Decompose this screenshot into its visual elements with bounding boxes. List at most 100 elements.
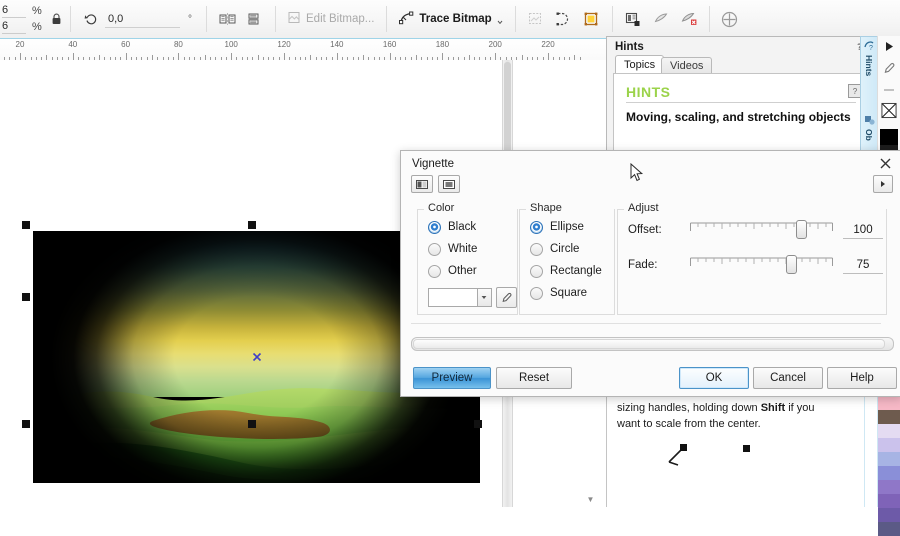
ruler-label: 40 — [68, 40, 78, 49]
outline-pen-button[interactable] — [647, 5, 675, 33]
rotation-angle-group[interactable]: 0,0 ° — [77, 2, 192, 36]
selection-handle-w[interactable] — [22, 293, 30, 301]
radio-color-other[interactable]: Other — [428, 260, 517, 282]
chevron-down-icon[interactable] — [478, 288, 492, 307]
selection-handle-s[interactable] — [248, 420, 256, 428]
full-preview-button[interactable] — [438, 175, 460, 193]
lock-ratio-icon[interactable] — [48, 2, 64, 36]
radio-shape-square[interactable]: Square — [530, 282, 614, 304]
offset-value-input[interactable]: 100 — [843, 222, 883, 239]
trace-bitmap-button[interactable]: Trace Bitmap — [393, 6, 508, 32]
scroll-down-icon[interactable]: ▼ — [585, 494, 596, 505]
ok-button[interactable]: OK — [679, 367, 749, 389]
palette-swatch[interactable] — [878, 466, 900, 480]
color-palette[interactable] — [878, 396, 900, 536]
sidebar-item-object[interactable]: Ob — [861, 113, 877, 141]
palette-swatch[interactable] — [878, 410, 900, 424]
dialog-title: Vignette — [412, 158, 454, 170]
palette-swatch[interactable] — [878, 508, 900, 522]
palette-swatch[interactable] — [878, 522, 900, 536]
bitmap-fill-button[interactable] — [578, 5, 606, 33]
color-swatch-input[interactable] — [428, 288, 479, 307]
help-button[interactable]: Help — [827, 367, 897, 389]
color-group: Color Black White Other — [417, 202, 518, 315]
hints-docker[interactable]: Hints ⁇ ✕ Topics Videos HINTS ? Moving, … — [606, 36, 896, 166]
scale-factor-group[interactable]: 6 % 6 % — [0, 2, 48, 36]
svg-text:?: ? — [869, 45, 873, 52]
adjust-group-label: Adjust — [624, 202, 663, 214]
selection-handle-sw[interactable] — [22, 420, 30, 428]
plus-circle-icon[interactable] — [716, 5, 744, 33]
reset-button[interactable]: Reset — [496, 367, 572, 389]
scale-x-input[interactable]: 6 — [2, 4, 26, 18]
wrap-text-button[interactable] — [550, 5, 578, 33]
tab-videos[interactable]: Videos — [661, 57, 713, 74]
eyedropper-icon[interactable] — [881, 60, 897, 76]
scale-y-input[interactable]: 6 — [2, 20, 26, 34]
radio-shape-circle[interactable]: Circle — [530, 238, 614, 260]
ruler-tick — [231, 53, 233, 60]
trace-bitmap-label: Trace Bitmap — [419, 13, 492, 25]
mirror-horizontal-button[interactable] — [213, 5, 241, 33]
palette-swatch[interactable] — [878, 480, 900, 494]
palette-swatch[interactable] — [878, 438, 900, 452]
fade-slider-thumb[interactable] — [786, 255, 797, 274]
radio-color-black[interactable]: Black — [428, 216, 517, 238]
bitmap-color-mask-button[interactable] — [522, 5, 550, 33]
toolbar-divider — [611, 6, 613, 32]
duplicate-bitmap-button[interactable] — [619, 5, 647, 33]
toolbar-divider — [386, 6, 388, 32]
radio-color-white[interactable]: White — [428, 238, 517, 260]
dialog-horizontal-scrollbar[interactable] — [411, 337, 894, 351]
eyedropper-icon[interactable] — [495, 287, 517, 308]
palette-gutter — [864, 396, 878, 507]
no-color-icon[interactable] — [881, 102, 897, 118]
tab-topics[interactable]: Topics — [615, 55, 665, 74]
ruler-label: 120 — [277, 40, 291, 49]
play-arrow-icon[interactable] — [881, 38, 897, 54]
palette-swatch[interactable] — [878, 424, 900, 438]
fade-slider-row[interactable]: Fade: 75 — [628, 252, 886, 278]
ruler-label: 80 — [173, 40, 183, 49]
trace-bitmap-icon — [399, 11, 414, 28]
close-icon[interactable] — [876, 154, 894, 172]
rotate-icon[interactable] — [77, 5, 105, 33]
fade-slider[interactable] — [690, 255, 833, 275]
rotation-center-marker[interactable] — [252, 352, 261, 362]
selection-handle-se[interactable] — [474, 420, 482, 428]
minus-icon[interactable] — [881, 82, 897, 98]
sidebar-item-hints[interactable]: ? Hints — [861, 39, 877, 76]
rotation-angle-input[interactable]: 0,0 — [105, 11, 180, 28]
docker-tab-rail[interactable]: ? Hints Ob — [860, 36, 878, 166]
edit-bitmap-button[interactable]: Edit Bitmap... — [282, 6, 380, 32]
selection-handle-n[interactable] — [248, 221, 256, 229]
drop-shadow-button[interactable] — [675, 5, 703, 33]
preview-button[interactable]: Preview — [413, 367, 491, 389]
mirror-vertical-button[interactable] — [241, 5, 269, 33]
hints-content-pane[interactable]: HINTS ? Moving, scaling, and stretching … — [613, 73, 879, 161]
scrollbar-thumb[interactable] — [413, 339, 885, 349]
palette-swatch[interactable] — [878, 396, 900, 410]
chevron-down-icon[interactable] — [497, 16, 503, 25]
property-bar[interactable]: 6 % 6 % 0,0 ° Edit Bitmap... Trace Bitma… — [0, 0, 900, 39]
palette-swatch[interactable] — [878, 494, 900, 508]
reset-button-label: Reset — [518, 372, 550, 384]
radio-shape-rectangle-label: Rectangle — [550, 265, 602, 277]
offset-slider[interactable] — [690, 220, 833, 240]
scale-x-percent: % — [32, 5, 42, 17]
tab-videos-label: Videos — [670, 60, 704, 72]
fade-value-input[interactable]: 75 — [843, 257, 883, 274]
palette-swatch[interactable] — [878, 452, 900, 466]
ok-button-label: OK — [705, 372, 723, 384]
expand-dialog-button[interactable] — [873, 175, 893, 193]
offset-slider-thumb[interactable] — [796, 220, 807, 239]
selection-handle-nw[interactable] — [22, 221, 30, 229]
offset-slider-row[interactable]: Offset: 100 — [628, 217, 886, 243]
split-preview-button[interactable] — [411, 175, 433, 193]
cancel-button[interactable]: Cancel — [753, 367, 823, 389]
preview-mode-buttons[interactable] — [411, 175, 460, 193]
vignette-dialog[interactable]: Vignette Color Black White Other Shape E… — [400, 150, 900, 397]
radio-shape-rectangle[interactable]: Rectangle — [530, 260, 614, 282]
radio-shape-ellipse[interactable]: Ellipse — [530, 216, 614, 238]
ruler-tick — [20, 53, 21, 60]
